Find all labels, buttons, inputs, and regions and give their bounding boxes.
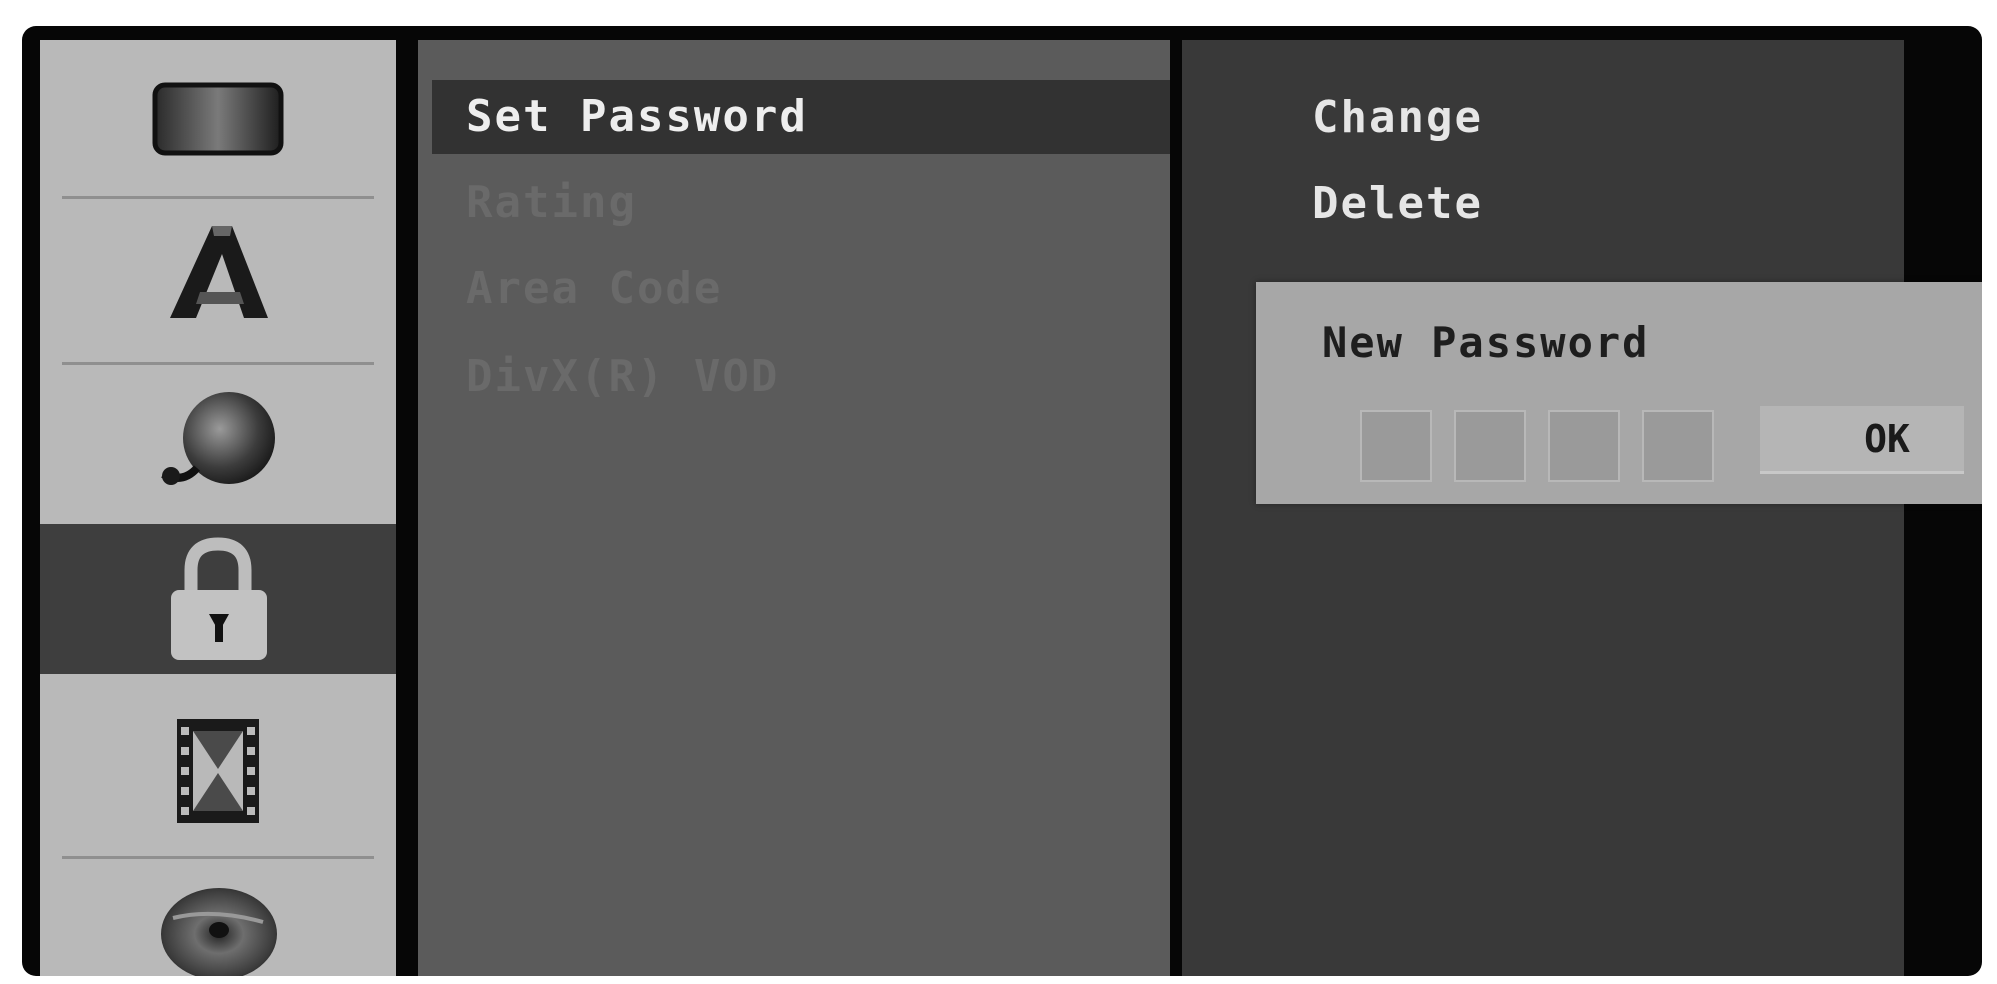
dialog-title: New Password — [1322, 318, 1650, 367]
menu-item-rating[interactable]: Rating — [432, 166, 1170, 240]
option-change[interactable]: Change — [1312, 92, 1483, 143]
category-movie[interactable] — [40, 696, 396, 846]
setup-screen: Set Password Rating Area Code DivX(R) VO… — [22, 26, 1982, 976]
category-audio[interactable] — [40, 364, 396, 514]
menu-item-area-code[interactable]: Area Code — [432, 252, 1170, 326]
disc-icon — [153, 878, 283, 976]
menu-item-set-password[interactable]: Set Password — [432, 80, 1170, 154]
ok-button[interactable]: OK — [1760, 406, 1964, 474]
category-language[interactable] — [40, 198, 396, 348]
language-icon — [160, 218, 276, 328]
category-display[interactable] — [40, 44, 396, 194]
film-icon — [163, 711, 273, 831]
menu-item-divx-vod[interactable]: DivX(R) VOD — [432, 340, 1170, 414]
category-disc[interactable] — [40, 858, 396, 976]
option-panel: Change Delete — [1182, 40, 1904, 976]
tv-screen-icon — [151, 79, 285, 159]
audio-speaker-icon — [153, 384, 283, 494]
option-delete[interactable]: Delete — [1312, 178, 1483, 229]
menu-panel: Set Password Rating Area Code DivX(R) VO… — [418, 40, 1170, 976]
password-digit-4[interactable] — [1642, 410, 1714, 482]
new-password-dialog: New Password OK — [1256, 282, 1982, 504]
category-lock[interactable] — [40, 524, 396, 674]
lock-icon — [163, 534, 273, 664]
password-digit-1[interactable] — [1360, 410, 1432, 482]
category-sidebar — [40, 40, 396, 976]
password-digit-3[interactable] — [1548, 410, 1620, 482]
password-digit-2[interactable] — [1454, 410, 1526, 482]
